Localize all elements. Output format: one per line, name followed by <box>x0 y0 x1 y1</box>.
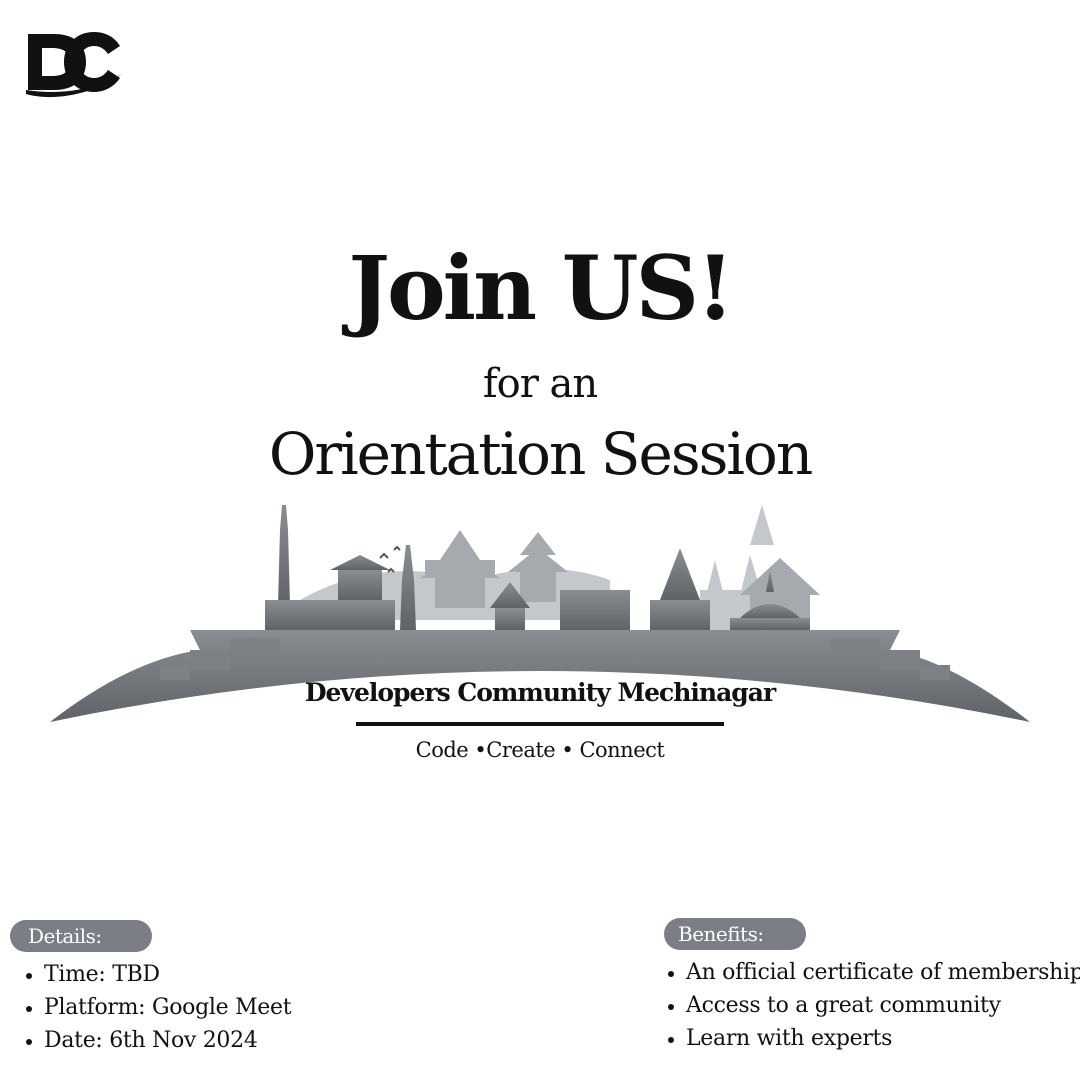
detail-date: Date: 6th Nov 2024 <box>22 1024 291 1057</box>
headline-subtitle: for an <box>482 361 598 407</box>
benefit-community: Access to a great community <box>664 989 1080 1022</box>
details-label: Details: <box>10 920 152 952</box>
headline-title: Join US! <box>348 236 734 340</box>
detail-platform: Platform: Google Meet <box>22 991 292 1024</box>
divider-line <box>356 722 724 726</box>
details-list: Time: TBD Platform: Google Meet Date: 6t… <box>22 958 292 1057</box>
dc-logo <box>26 32 122 98</box>
benefit-experts: Learn with experts <box>664 1022 1080 1055</box>
community-tagline: Code •Create • Connect <box>415 738 665 762</box>
benefits-label: Benefits: <box>664 918 806 950</box>
event-title: Orientation Session <box>268 420 813 488</box>
benefit-certificate: An official certificate of membership <box>664 956 1080 989</box>
detail-time: Time: TBD <box>22 958 291 991</box>
benefits-list: An official certificate of membership Ac… <box>664 956 1080 1055</box>
community-name: Developers Community Mechinagar <box>304 678 776 707</box>
